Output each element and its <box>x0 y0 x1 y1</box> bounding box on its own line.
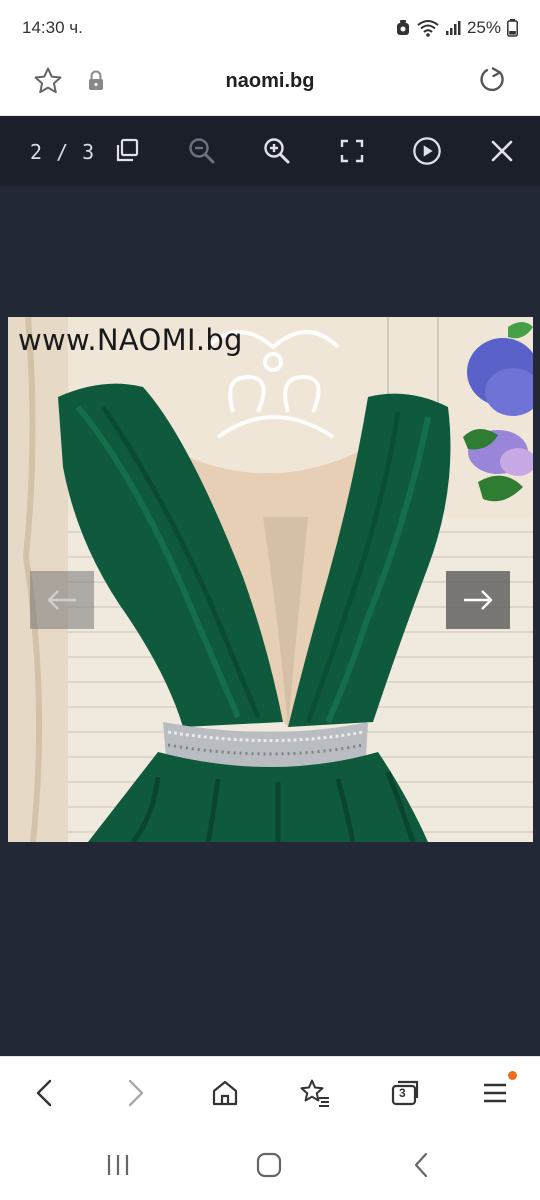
previous-image-button[interactable] <box>30 571 94 629</box>
url-bar: naomi.bg <box>0 56 540 116</box>
tabs-icon[interactable]: 3 <box>387 1075 423 1111</box>
battery-icon <box>507 19 518 37</box>
close-icon[interactable] <box>487 136 517 166</box>
status-bar: 14:30 ч. 25% <box>0 0 540 56</box>
fullscreen-icon[interactable] <box>337 136 367 166</box>
next-image-button[interactable] <box>446 571 510 629</box>
wifi-icon <box>417 19 439 37</box>
arrow-right-icon <box>464 590 493 610</box>
notification-dot <box>508 1071 517 1080</box>
photo-watermark: www.NAOMI.bg <box>18 323 243 357</box>
system-navigation-bar <box>0 1128 540 1200</box>
url-domain[interactable]: naomi.bg <box>0 70 540 93</box>
play-slideshow-icon[interactable] <box>412 136 442 166</box>
image-viewer-stage: www.NAOMI.bg <box>0 186 540 1056</box>
zoom-out-icon[interactable] <box>187 136 217 166</box>
system-back-icon[interactable] <box>406 1150 436 1180</box>
zoom-in-icon[interactable] <box>262 136 292 166</box>
reload-icon[interactable] <box>476 64 508 101</box>
status-icons: 25% <box>395 18 518 38</box>
copy-icon[interactable] <box>112 136 142 166</box>
battery-percent: 25% <box>466 18 501 37</box>
home-icon[interactable] <box>207 1075 243 1111</box>
recent-apps-icon[interactable] <box>103 1150 133 1180</box>
signal-icon <box>445 20 461 36</box>
tab-count: 3 <box>399 1086 406 1100</box>
back-icon[interactable] <box>26 1075 62 1111</box>
arrow-left-icon <box>47 590 76 610</box>
browser-bottom-nav: 3 <box>0 1056 540 1128</box>
image-counter: 2 / 3 <box>30 140 96 164</box>
viewer-toolbar: 2 / 3 <box>0 116 540 186</box>
alarm-icon <box>395 19 411 37</box>
system-home-icon[interactable] <box>254 1150 284 1180</box>
bookmarks-icon[interactable] <box>297 1075 333 1111</box>
status-time: 14:30 ч. <box>22 18 83 37</box>
menu-icon[interactable] <box>477 1075 513 1111</box>
forward-icon[interactable] <box>118 1075 154 1111</box>
